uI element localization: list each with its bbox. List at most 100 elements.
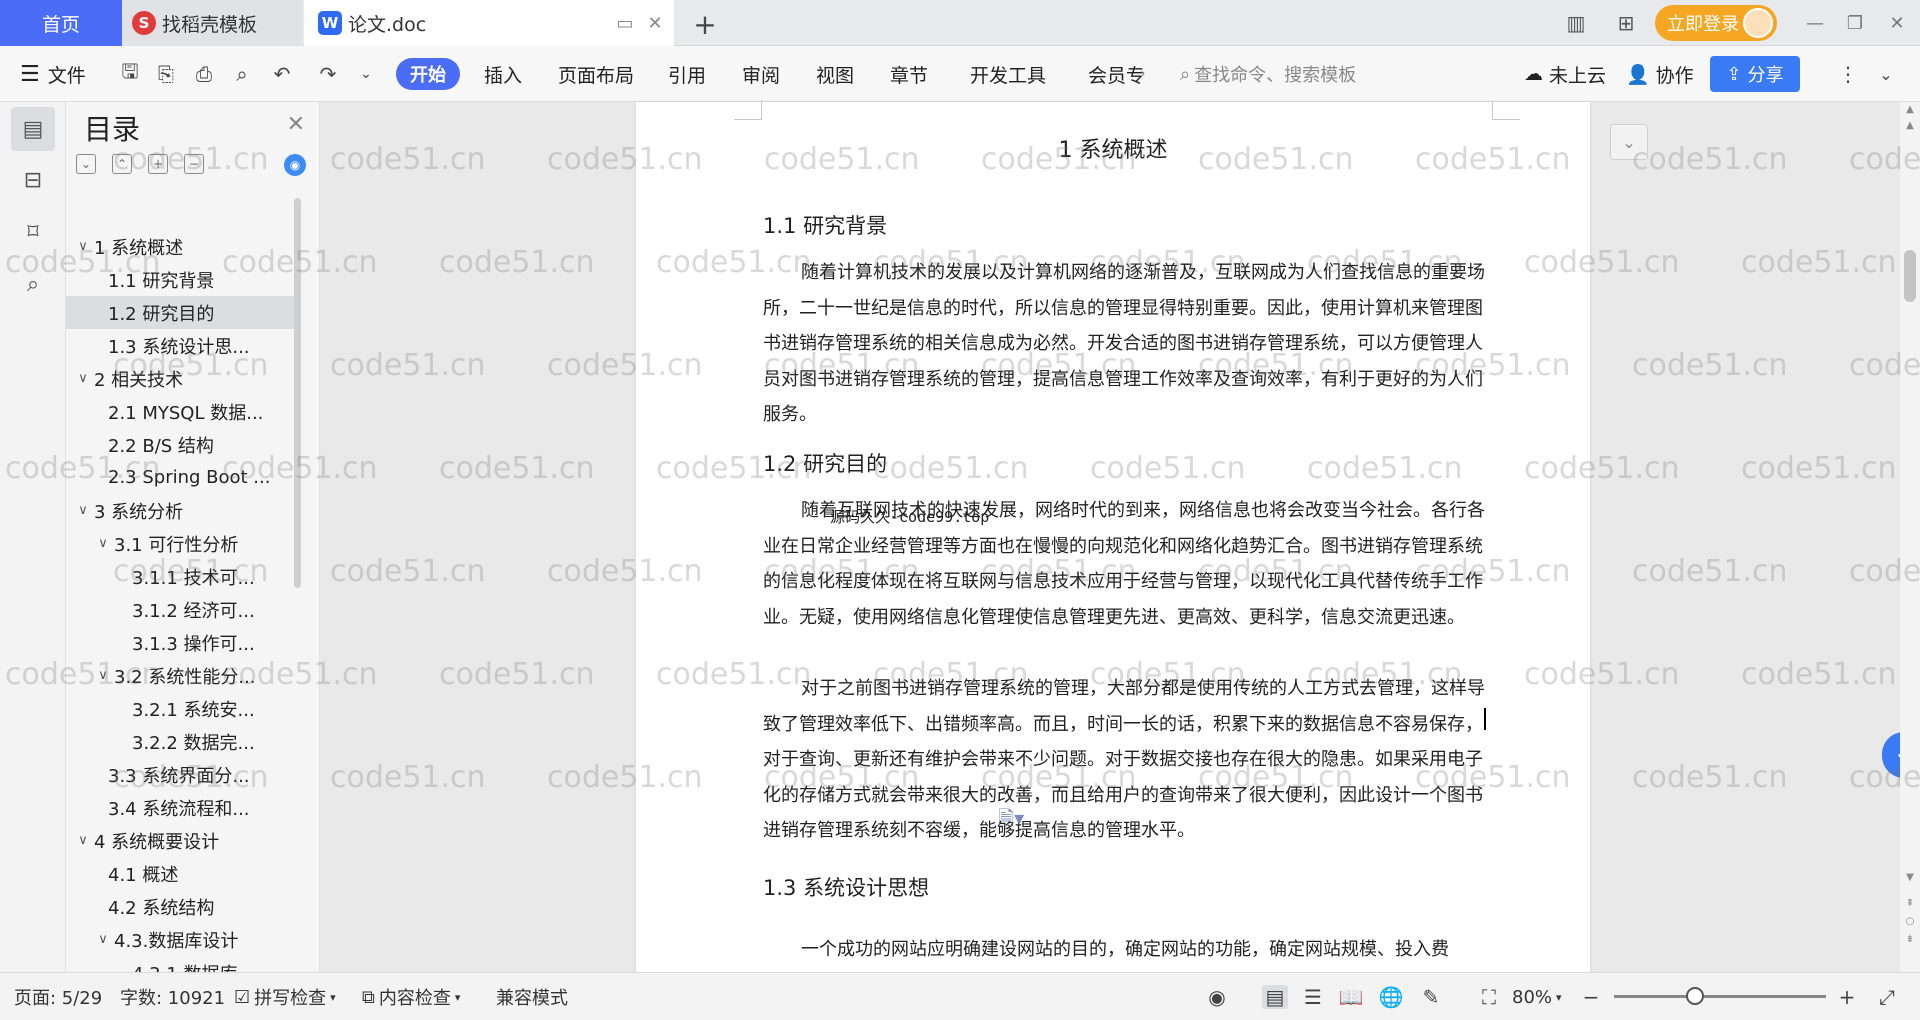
toc-item[interactable]: 3.3 系统界面分... (66, 758, 296, 791)
zoom-slider[interactable] (1614, 995, 1826, 998)
chevron-down-icon[interactable]: ∨ (72, 833, 94, 848)
chapter-nav-icon[interactable]: ⊟ (11, 158, 55, 202)
web-view-icon[interactable]: 🌐 (1378, 985, 1404, 1009)
login-button[interactable]: 立即登录 (1655, 5, 1777, 41)
toc-item[interactable]: 1.3 系统设计思... (66, 329, 296, 362)
toc-item[interactable]: 4.1 概述 (66, 857, 296, 890)
toc-item[interactable]: 3.1.1 技术可... (66, 560, 296, 593)
toc-item[interactable]: ∨ 4 系统概要设计 (66, 824, 296, 857)
print-preview-icon[interactable]: ⌕ (228, 61, 256, 87)
scroll-up-fast-icon[interactable]: ▲ (1902, 120, 1918, 131)
chevron-down-icon[interactable]: ∨ (72, 503, 94, 518)
toc-item[interactable]: 4.2 系统结构 (66, 890, 296, 923)
tab-view[interactable]: 视图 (816, 46, 854, 102)
add-heading-icon[interactable]: + (148, 154, 168, 174)
write-mode-icon[interactable]: ✎ (1418, 985, 1444, 1009)
chevron-down-icon[interactable]: ∨ (72, 371, 94, 386)
toc-item[interactable]: 1.1 研究背景 (66, 263, 296, 296)
eye-protect-icon[interactable]: ◉ (1204, 985, 1230, 1009)
tab-dev-tools[interactable]: 开发工具 (970, 46, 1046, 102)
tab-home[interactable]: 首页 (0, 0, 122, 46)
file-menu[interactable]: ☰ 文件 (20, 46, 86, 102)
tab-page-layout[interactable]: 页面布局 (558, 46, 634, 102)
fit-page-icon[interactable]: ⛶ (1476, 985, 1502, 1009)
close-icon[interactable]: ✕ (287, 112, 305, 137)
toc-item[interactable]: 3.1.3 操作可... (66, 626, 296, 659)
zoom-slider-handle[interactable] (1686, 987, 1704, 1005)
scroll-thumb[interactable] (1904, 250, 1916, 302)
more-chevron-icon[interactable]: ⌄ (352, 61, 380, 87)
restore-icon[interactable]: ❐ (1840, 10, 1870, 36)
word-count[interactable]: 字数: 10921 (120, 973, 225, 1020)
content-check-button[interactable]: ⧉ 内容检查 ▾ (362, 973, 460, 1020)
toc-item[interactable]: ∨ 3.2 系统性能分... (66, 659, 296, 692)
vertical-scrollbar[interactable]: ▲ ▲ ▼ ⇞ ○ ⇟ (1900, 102, 1920, 972)
chevron-down-icon[interactable]: ∨ (72, 239, 94, 254)
toc-scrollbar[interactable] (294, 198, 301, 588)
document-page[interactable]: 1 系统概述 1.1 研究背景 随着计算机技术的发展以及计算机网络的逐渐普及，互… (636, 102, 1590, 972)
scroll-up-icon[interactable]: ▲ (1902, 104, 1918, 115)
tab-insert[interactable]: 插入 (484, 46, 522, 102)
fullscreen-icon[interactable]: ⤢ (1874, 985, 1900, 1009)
spellcheck-button[interactable]: ☑ 拼写检查 ▾ (234, 973, 336, 1020)
apps-grid-icon[interactable]: ⊞ (1612, 10, 1640, 36)
toc-item[interactable]: 2.1 MYSQL 数据... (66, 395, 296, 428)
tab-member[interactable]: 会员专 (1088, 46, 1145, 102)
monitor-icon[interactable]: ▭ (612, 11, 638, 35)
collab-button[interactable]: 👤 协作 (1626, 46, 1694, 102)
toc-item[interactable]: 2.3 Spring Boot ... (66, 461, 296, 494)
scroll-down-icon[interactable]: ▼ (1902, 872, 1918, 883)
comment-icon[interactable]: 🗎▾ (998, 804, 1024, 838)
select-browse-icon[interactable]: ○ (1902, 916, 1918, 927)
toc-panel-icon[interactable]: ▤ (11, 107, 55, 151)
toc-item[interactable]: ∨ 4.3.数据库设计 (66, 923, 296, 956)
toc-item[interactable]: ∨ 1 系统概述 (66, 230, 296, 263)
save-icon[interactable]: 🖫 (116, 59, 144, 87)
page-view-icon[interactable]: ▤ (1262, 985, 1288, 1009)
format-toggle-icon[interactable]: ⌄ (1610, 124, 1648, 160)
zoom-level[interactable]: 80% ▾ (1512, 973, 1562, 1020)
zoom-out-icon[interactable]: − (1578, 985, 1604, 1009)
page-indicator[interactable]: 页面: 5/29 (14, 973, 102, 1020)
tab-review[interactable]: 审阅 (742, 46, 780, 102)
zoom-in-icon[interactable]: + (1834, 985, 1860, 1009)
close-window-icon[interactable]: ✕ (1882, 10, 1912, 36)
prev-page-icon[interactable]: ⇞ (1902, 898, 1918, 909)
chevron-down-icon[interactable]: ∨ (92, 536, 114, 551)
cloud-status[interactable]: ☁ 未上云 (1524, 46, 1606, 102)
more-options-icon[interactable]: ⋮ (1834, 61, 1862, 87)
toc-item[interactable]: 1.2 研究目的 (66, 296, 296, 329)
expand-all-icon[interactable]: ⌄ (76, 154, 96, 174)
redo-icon[interactable]: ↷ (314, 61, 342, 87)
toc-item[interactable]: 3.1.2 经济可... (66, 593, 296, 626)
chevron-down-icon[interactable]: ∨ (92, 668, 114, 683)
ribbon-scroll-right-icon[interactable]: › (1140, 46, 1146, 102)
toc-item[interactable]: 4.3.1 数据库... (66, 956, 296, 973)
remove-heading-icon[interactable]: − (184, 154, 204, 174)
tab-templates[interactable]: S 找稻壳模板 (122, 0, 302, 46)
bookmark-icon[interactable]: ⌑ (11, 210, 55, 254)
tab-chapter[interactable]: 章节 (890, 46, 928, 102)
toc-item[interactable]: 3.2.2 数据完... (66, 725, 296, 758)
toc-item[interactable]: ∨ 3 系统分析 (66, 494, 296, 527)
toc-item[interactable]: ∨ 3.1 可行性分析 (66, 527, 296, 560)
read-mode-icon[interactable]: 📖 (1338, 985, 1364, 1009)
collapse-ribbon-icon[interactable]: ⌄ (1872, 61, 1900, 87)
find-icon[interactable]: ⌕ (11, 262, 55, 306)
toc-item[interactable]: 3.4 系统流程和... (66, 791, 296, 824)
command-search[interactable]: ⌕ 查找命令、搜索模板 (1180, 58, 1410, 90)
chevron-down-icon[interactable]: ∨ (92, 932, 114, 947)
undo-icon[interactable]: ↶ (268, 61, 296, 87)
new-tab-button[interactable]: + (690, 8, 720, 41)
export-icon[interactable]: ⎘ (152, 61, 180, 87)
print-icon[interactable]: ⎙ (190, 61, 218, 87)
smart-toc-icon[interactable]: ◉ (284, 154, 306, 176)
minimize-icon[interactable]: — (1800, 10, 1830, 36)
layout-icon[interactable]: ▥ (1562, 10, 1590, 36)
tab-references[interactable]: 引用 (668, 46, 706, 102)
toc-item[interactable]: ∨ 2 相关技术 (66, 362, 296, 395)
tab-start[interactable]: 开始 (396, 58, 460, 90)
toc-item[interactable]: 3.2.1 系统安... (66, 692, 296, 725)
share-button[interactable]: ⇪ 分享 (1710, 56, 1800, 92)
outline-view-icon[interactable]: ☰ (1300, 985, 1326, 1009)
